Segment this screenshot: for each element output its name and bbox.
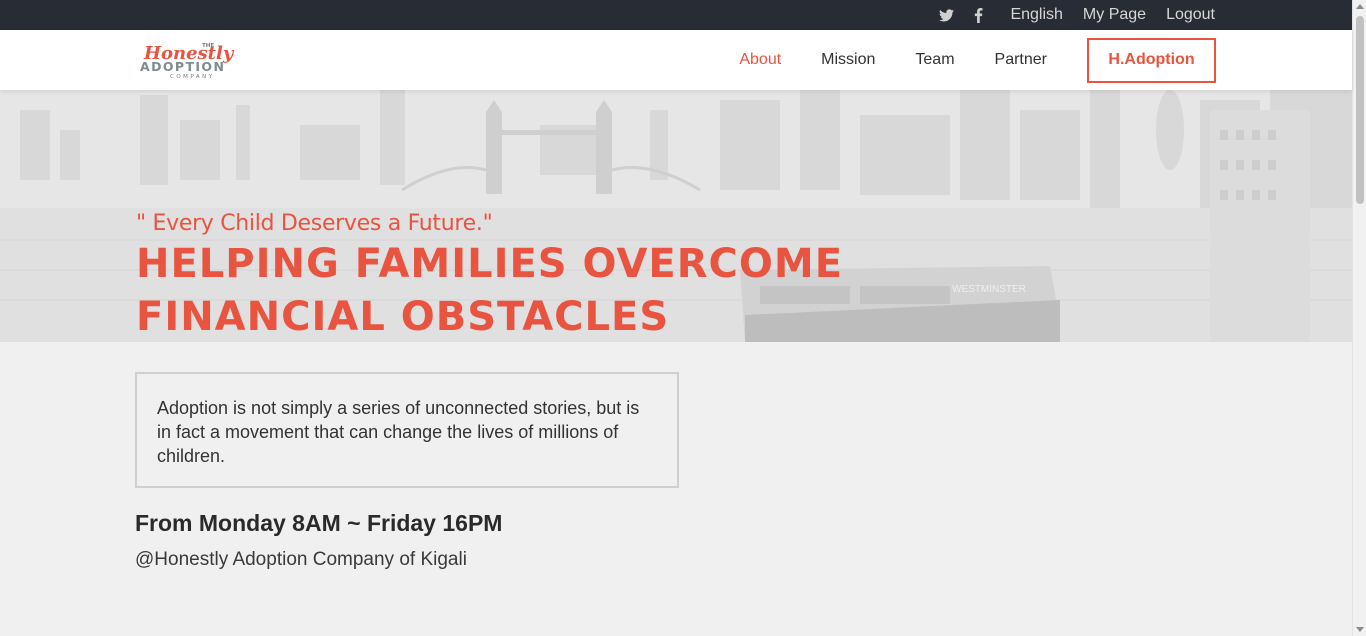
nav-item-partner[interactable]: Partner xyxy=(995,51,1047,69)
top-utility-links: English My Page Logout xyxy=(938,0,1215,30)
page-scrollbar[interactable] xyxy=(1352,0,1366,636)
hero-headline: HELPING FAMILIES OVERCOME FINANCIAL OBST… xyxy=(136,241,844,340)
scroll-down-arrow-icon[interactable] xyxy=(1356,627,1364,632)
hero-quote: " Every Child Deserves a Future." xyxy=(136,211,493,236)
company-logo[interactable]: THE Honestly ADOPTION COMPANY xyxy=(140,40,285,80)
top-utility-bar: English My Page Logout xyxy=(0,0,1352,30)
my-page-link[interactable]: My Page xyxy=(1083,6,1146,24)
main-header: THE Honestly ADOPTION COMPANY About Miss… xyxy=(0,30,1352,90)
language-link[interactable]: English xyxy=(1010,6,1062,24)
scroll-up-arrow-icon[interactable] xyxy=(1356,4,1364,9)
logout-link[interactable]: Logout xyxy=(1166,6,1215,24)
office-location: @Honestly Adoption Company of Kigali xyxy=(135,549,467,570)
intro-box: Adoption is not simply a series of uncon… xyxy=(135,372,679,488)
h-adoption-button[interactable]: H.Adoption xyxy=(1087,37,1216,83)
logo-sub: COMPANY xyxy=(170,74,215,80)
twitter-icon[interactable] xyxy=(938,7,954,23)
boat-sign-text: WESTMINSTER xyxy=(952,284,1026,295)
office-hours: From Monday 8AM ~ Friday 16PM xyxy=(135,510,503,536)
nav-item-mission[interactable]: Mission xyxy=(821,51,875,69)
logo-main: ADOPTION xyxy=(140,59,225,74)
facebook-icon[interactable] xyxy=(970,7,986,23)
intro-text: Adoption is not simply a series of uncon… xyxy=(157,398,640,466)
nav-item-about[interactable]: About xyxy=(739,51,781,69)
hero-banner: WESTMINSTER " Every Child Deserves a Fut… xyxy=(0,90,1352,342)
nav-item-team[interactable]: Team xyxy=(915,51,954,69)
main-nav: About Mission Team Partner H.Adoption xyxy=(699,30,1216,90)
scrollbar-thumb[interactable] xyxy=(1356,16,1364,204)
